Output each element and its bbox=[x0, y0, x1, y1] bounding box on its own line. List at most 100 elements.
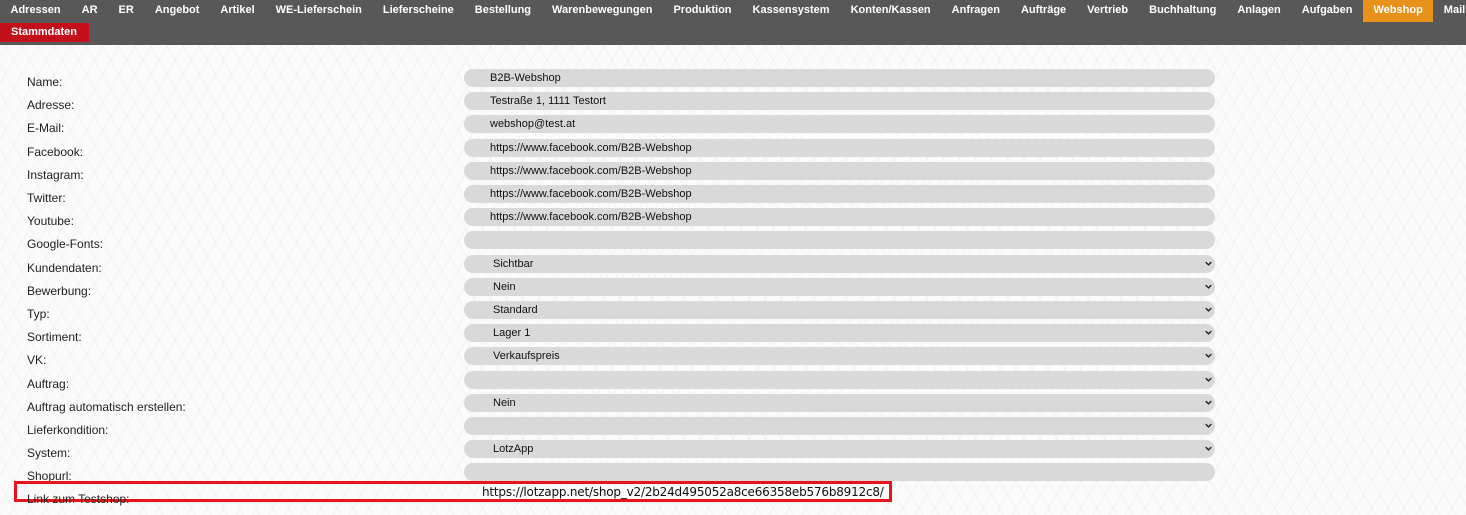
e-mail-value: webshop@test.at bbox=[490, 118, 576, 131]
form-row-sortiment: Sortiment: Lager 1 bbox=[0, 324, 1466, 347]
youtube-label: Youtube: bbox=[27, 214, 74, 229]
e-mail-label: E-Mail: bbox=[27, 121, 65, 136]
auftrag-automatisch-erstellen-label: Auftrag automatisch erstellen: bbox=[27, 399, 186, 414]
sub-menu: Stammdaten bbox=[0, 23, 90, 42]
menu-item-lieferscheine[interactable]: Lieferscheine bbox=[372, 0, 464, 22]
menu-item-kassensystem[interactable]: Kassensystem bbox=[742, 0, 840, 22]
form-row-auftrag: Auftrag: bbox=[0, 370, 1466, 394]
chevron-down-icon bbox=[1205, 353, 1212, 359]
menu-item-adressen[interactable]: Adressen bbox=[0, 0, 71, 22]
system-value: LotzApp bbox=[493, 443, 534, 456]
menu-item-produktion[interactable]: Produktion bbox=[663, 0, 742, 22]
top-navigation-bar: Adressen AR ER Angebot Artikel WE-Lieferschei… bbox=[0, 0, 1466, 45]
menu-item-er[interactable]: ER bbox=[108, 0, 144, 22]
form-row-typ: Typ: Standard bbox=[0, 301, 1466, 324]
menu-item-konten-kassen[interactable]: Konten/Kassen bbox=[840, 0, 941, 22]
menu-item-warenbewegungen[interactable]: Warenbewegungen bbox=[542, 0, 663, 22]
sortiment-select[interactable]: Lager 1 bbox=[464, 324, 1215, 343]
instagram-label: Instagram: bbox=[27, 167, 84, 182]
youtube-input[interactable]: https://www.facebook.com/B2B-Webshop bbox=[464, 208, 1215, 227]
main-menu: Adressen AR ER Angebot Artikel WE-Lieferschei… bbox=[0, 0, 1466, 22]
twitter-value: https://www.facebook.com/B2B-Webshop bbox=[490, 188, 692, 200]
menu-item-mail[interactable]: Mail bbox=[1433, 0, 1466, 22]
test-shop-link-url[interactable]: https://lotzapp.net/shop_v2/2b24d495052a… bbox=[482, 485, 884, 499]
bewerbung-label: Bewerbung: bbox=[27, 283, 92, 298]
form-row-twitter: Twitter: https://www.facebook.com/B2B-Web… bbox=[0, 185, 1466, 208]
form-row-vk: VK: Verkaufspreis bbox=[0, 347, 1466, 370]
form-row-auftrag-automatisch-erstellen: Auftrag automatisch erstellen: Nein bbox=[0, 393, 1466, 417]
chevron-down-icon bbox=[1205, 330, 1212, 336]
instagram-value: https://www.facebook.com/B2B-Webshop bbox=[490, 164, 692, 177]
bewerbung-value: Nein bbox=[493, 280, 516, 293]
form-row-youtube: Youtube: https://www.facebook.com/B2B-Web… bbox=[0, 208, 1466, 231]
name-input[interactable]: B2B-Webshop bbox=[464, 69, 1215, 87]
form-row-name: Name: B2B-Webshop bbox=[0, 69, 1466, 92]
chevron-down-icon bbox=[1205, 377, 1212, 382]
bewerbung-select[interactable]: Nein bbox=[464, 277, 1215, 296]
menu-item-anfragen[interactable]: Anfragen bbox=[941, 0, 1010, 22]
e-mail-input[interactable]: webshop@test.at bbox=[464, 115, 1215, 134]
test-shop-link-label: Link zum Testshop: bbox=[27, 492, 130, 506]
adresse-label: Adresse: bbox=[27, 98, 75, 113]
google-fonts-input[interactable] bbox=[464, 231, 1215, 250]
typ-label: Typ: bbox=[27, 307, 50, 321]
kundendaten-select[interactable]: Sichtbar bbox=[464, 254, 1215, 273]
shopurl-input[interactable] bbox=[464, 463, 1215, 482]
chevron-down-icon bbox=[1205, 261, 1212, 266]
lieferkondition-select[interactable] bbox=[464, 417, 1215, 435]
twitter-label: Twitter: bbox=[27, 191, 66, 205]
twitter-input[interactable]: https://www.facebook.com/B2B-Webshop bbox=[464, 185, 1215, 203]
lieferkondition-label: Lieferkondition: bbox=[27, 423, 109, 437]
menu-item-bestellung[interactable]: Bestellung bbox=[464, 0, 541, 22]
adresse-value: Testraße 1, 1111 Testort bbox=[490, 95, 606, 108]
menu-item-webshop[interactable]: Webshop bbox=[1363, 0, 1434, 22]
adresse-input[interactable]: Testraße 1, 1111 Testort bbox=[464, 92, 1215, 111]
vk-value: Verkaufspreis bbox=[493, 350, 560, 363]
menu-item-artikel[interactable]: Artikel bbox=[210, 0, 265, 22]
sortiment-value: Lager 1 bbox=[493, 327, 531, 340]
form-row-system: System: LotzApp bbox=[0, 440, 1466, 463]
typ-value: Standard bbox=[493, 304, 538, 316]
menu-item-vertrieb[interactable]: Vertrieb bbox=[1077, 0, 1139, 22]
auftrag-automatisch-erstellen-value: Nein bbox=[493, 396, 516, 409]
kundendaten-label: Kundendaten: bbox=[27, 260, 102, 275]
menu-item-buchhaltung[interactable]: Buchhaltung bbox=[1139, 0, 1227, 22]
chevron-down-icon bbox=[1205, 307, 1212, 312]
google-fonts-label: Google-Fonts: bbox=[27, 237, 104, 252]
menu-item-aufgaben[interactable]: Aufgaben bbox=[1291, 0, 1363, 22]
auftrag-select[interactable] bbox=[464, 370, 1215, 389]
form-row-kundendaten: Kundendaten: Sichtbar bbox=[0, 254, 1466, 278]
menu-item-angebot[interactable]: Angebot bbox=[144, 0, 210, 22]
system-label: System: bbox=[27, 446, 71, 461]
menu-item-ar[interactable]: AR bbox=[71, 0, 108, 22]
typ-select[interactable]: Standard bbox=[464, 301, 1215, 319]
auftrag-label: Auftrag: bbox=[27, 376, 70, 391]
instagram-input[interactable]: https://www.facebook.com/B2B-Webshop bbox=[464, 161, 1215, 180]
form-row-bewerbung: Bewerbung: Nein bbox=[0, 277, 1466, 301]
menu-item-we-lieferschein[interactable]: WE-Lieferschein bbox=[265, 0, 372, 22]
facebook-label: Facebook: bbox=[27, 144, 84, 159]
chevron-down-icon bbox=[1205, 284, 1212, 289]
form-row-e-mail: E-Mail: webshop@test.at bbox=[0, 115, 1466, 138]
vk-select[interactable]: Verkaufspreis bbox=[464, 347, 1215, 366]
form-row-google-fonts: Google-Fonts: bbox=[0, 231, 1466, 254]
facebook-input[interactable]: https://www.facebook.com/B2B-Webshop bbox=[464, 138, 1215, 157]
facebook-value: https://www.facebook.com/B2B-Webshop bbox=[490, 141, 692, 154]
vk-label: VK: bbox=[27, 353, 47, 368]
menu-item-anlagen[interactable]: Anlagen bbox=[1227, 0, 1291, 22]
chevron-down-icon bbox=[1205, 400, 1212, 405]
form-row-facebook: Facebook: https://www.facebook.com/B2B-We… bbox=[0, 138, 1466, 162]
menu-item-aufträge[interactable]: Aufträge bbox=[1010, 0, 1076, 22]
name-value: B2B-Webshop bbox=[490, 72, 561, 84]
form-row-instagram: Instagram: https://www.facebook.com/B2B-W… bbox=[0, 161, 1466, 185]
system-select[interactable]: LotzApp bbox=[464, 440, 1215, 459]
chevron-down-icon bbox=[1205, 423, 1212, 428]
form-row-adresse: Adresse: Testraße 1, 1111 Testort bbox=[0, 92, 1466, 115]
form-row-lieferkondition: Lieferkondition: bbox=[0, 417, 1466, 440]
submenu-item-stammdaten[interactable]: Stammdaten bbox=[0, 23, 90, 42]
test-shop-link-highlight: Link zum Testshop: https://lotzapp.net/s… bbox=[14, 481, 892, 506]
youtube-value: https://www.facebook.com/B2B-Webshop bbox=[490, 211, 692, 224]
kundendaten-value: Sichtbar bbox=[493, 257, 534, 270]
sortiment-label: Sortiment: bbox=[27, 330, 82, 345]
auftrag-automatisch-erstellen-select[interactable]: Nein bbox=[464, 393, 1215, 412]
